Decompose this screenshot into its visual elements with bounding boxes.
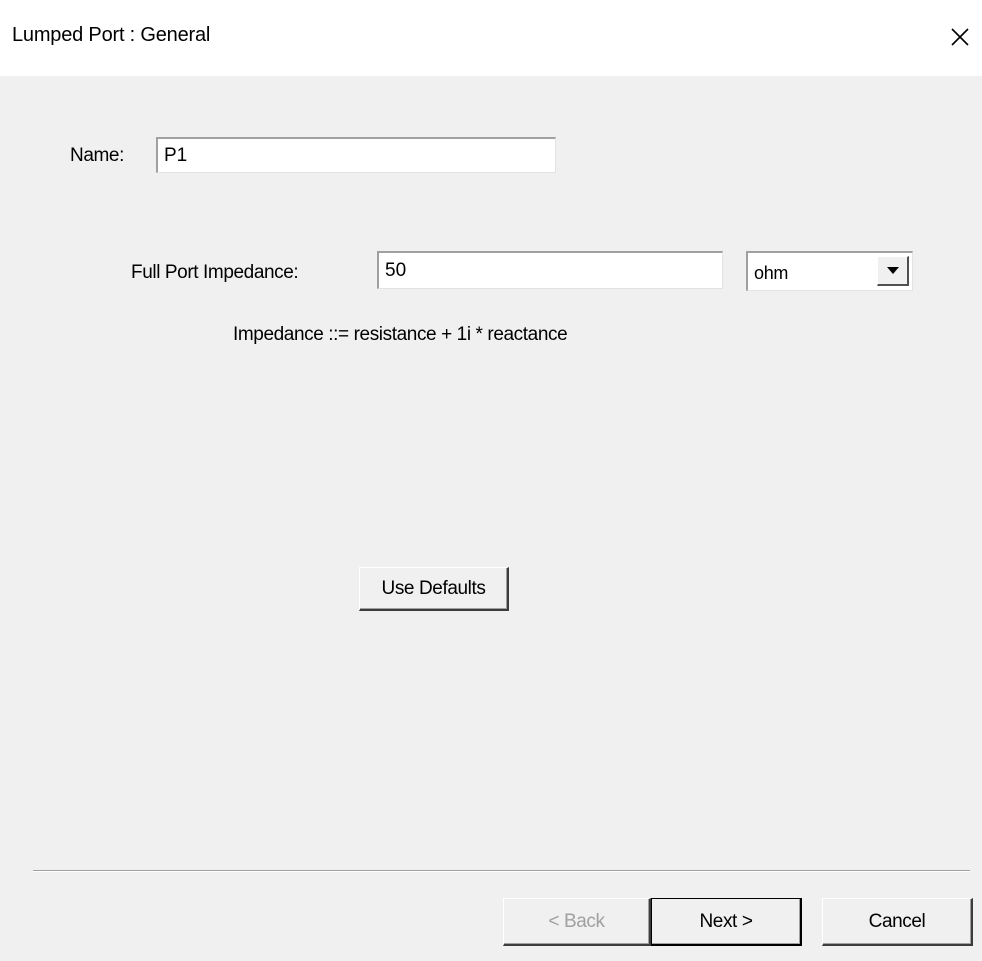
back-button[interactable]: < Back (503, 898, 651, 946)
unit-dropdown[interactable]: ohm (746, 251, 913, 291)
dropdown-arrow-button[interactable] (877, 256, 909, 286)
title-bar: Lumped Port : General (0, 0, 982, 76)
close-button[interactable] (938, 15, 982, 59)
next-button[interactable]: Next > (651, 898, 802, 946)
close-icon (951, 28, 969, 46)
name-label: Name: (70, 145, 124, 166)
use-defaults-button[interactable]: Use Defaults (359, 567, 509, 611)
chevron-down-icon (886, 266, 899, 274)
name-field[interactable] (156, 137, 556, 173)
footer-separator (33, 870, 970, 872)
impedance-field[interactable] (377, 251, 723, 289)
impedance-note: Impedance ::= resistance + 1i * reactanc… (233, 324, 568, 345)
unit-selected-value: ohm (754, 263, 789, 283)
impedance-label: Full Port Impedance: (131, 262, 299, 283)
cancel-button[interactable]: Cancel (822, 898, 973, 946)
window-title: Lumped Port : General (12, 24, 211, 46)
